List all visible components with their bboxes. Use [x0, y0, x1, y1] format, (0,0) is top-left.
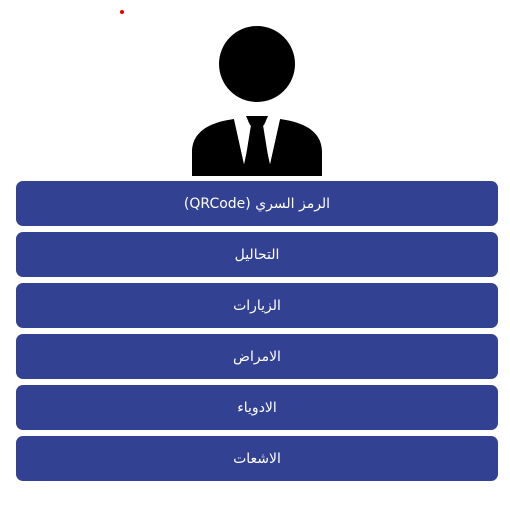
- main-menu: الرمز السري (QRCode) التحاليل الزيارات الام…: [16, 181, 498, 487]
- menu-button-label: الامراض: [233, 348, 281, 365]
- menu-button-label: الاشعات: [233, 450, 281, 467]
- user-avatar: [190, 24, 324, 176]
- menu-button-tests[interactable]: التحاليل: [16, 232, 498, 277]
- indicator-dot: [120, 10, 124, 14]
- menu-button-qrcode[interactable]: الرمز السري (QRCode): [16, 181, 498, 226]
- app-screen: الرمز السري (QRCode) التحاليل الزيارات الام…: [0, 0, 510, 514]
- menu-button-visits[interactable]: الزيارات: [16, 283, 498, 328]
- menu-button-label: التحاليل: [234, 246, 280, 263]
- menu-button-diseases[interactable]: الامراض: [16, 334, 498, 379]
- menu-button-label: الادوياء: [237, 399, 277, 416]
- businessman-icon: [192, 26, 322, 176]
- menu-button-medicines[interactable]: الادوياء: [16, 385, 498, 430]
- menu-button-label: الزيارات: [233, 297, 281, 314]
- menu-button-label: الرمز السري (QRCode): [183, 195, 331, 212]
- menu-button-radiology[interactable]: الاشعات: [16, 436, 498, 481]
